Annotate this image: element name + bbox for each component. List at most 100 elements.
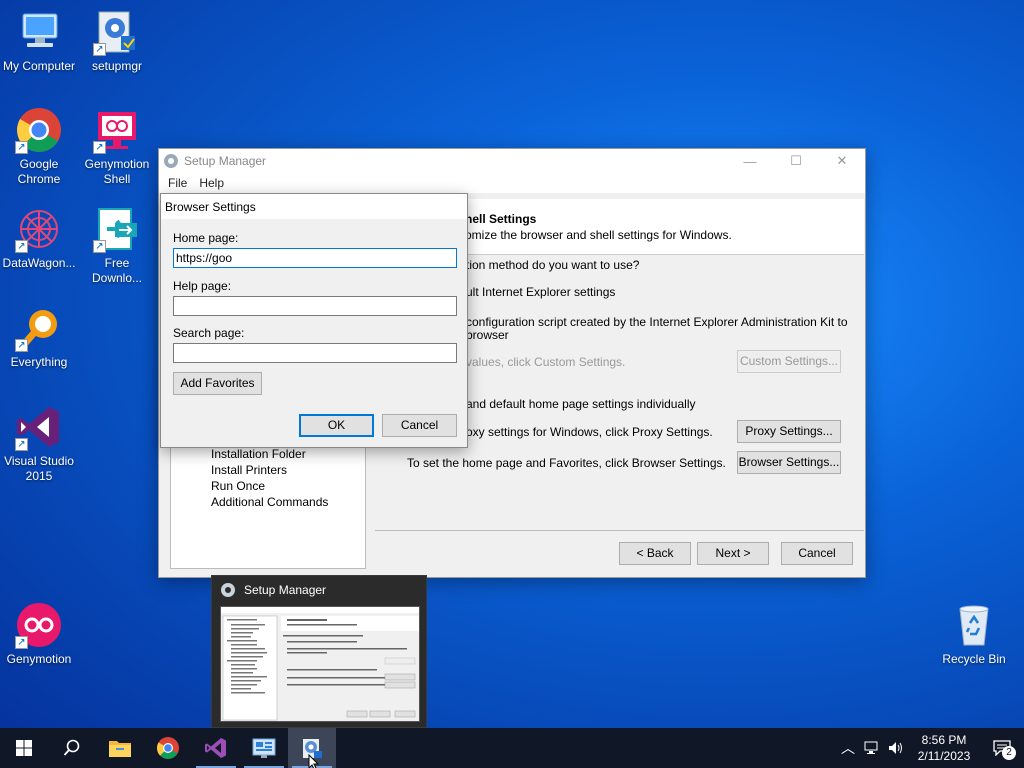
folder-icon bbox=[109, 741, 131, 757]
shortcut-arrow-icon: ↗ bbox=[93, 141, 106, 154]
network-icon[interactable] bbox=[860, 741, 884, 755]
computer-icon bbox=[15, 8, 63, 56]
option-individual-label[interactable]: and default home page settings individua… bbox=[466, 397, 696, 411]
mouse-cursor-icon bbox=[308, 754, 320, 768]
browser-settings-dialog: Browser Settings Home page: Help page: S… bbox=[160, 193, 468, 448]
desktop-icon-label: Google Chrome bbox=[17, 157, 61, 186]
desktop-icon-label: DataWagon... bbox=[2, 256, 76, 270]
cancel-button[interactable]: Cancel bbox=[781, 542, 853, 565]
desktop-icon-google-chrome[interactable]: ↗ Google Chrome bbox=[1, 106, 77, 187]
system-tray: ︿ 8:56 PM 2/11/2023 2 bbox=[836, 728, 1024, 768]
chevron-up-icon[interactable]: ︿ bbox=[836, 738, 860, 758]
clock[interactable]: 8:56 PM 2/11/2023 bbox=[908, 732, 980, 764]
desktop-icon-label: Free Downlo... bbox=[91, 256, 143, 285]
shortcut-arrow-icon: ↗ bbox=[93, 43, 106, 56]
desktop-icon-genymotion[interactable]: ↗ Genymotion bbox=[1, 601, 77, 667]
browser-settings-text: To set the home page and Favorites, clic… bbox=[407, 456, 726, 470]
tree-item-install-printers[interactable]: Install Printers bbox=[211, 462, 365, 478]
shortcut-arrow-icon: ↗ bbox=[15, 240, 28, 253]
desktop-icon-label: Genymotion Shell bbox=[84, 157, 150, 186]
search-page-label: Search page: bbox=[173, 326, 245, 340]
taskbar-window-preview[interactable]: Setup Manager bbox=[211, 575, 427, 728]
preview-thumbnail bbox=[220, 606, 420, 722]
option-ieak-script-label-2: browser bbox=[466, 328, 509, 342]
windows-logo-icon bbox=[16, 740, 32, 756]
visual-studio-icon bbox=[205, 738, 226, 758]
desktop-icon-my-computer[interactable]: My Computer bbox=[1, 8, 77, 74]
notification-count-badge: 2 bbox=[1002, 746, 1016, 760]
tree-item-run-once[interactable]: Run Once bbox=[211, 478, 365, 494]
proxy-settings-text: oxy settings for Windows, click Proxy Se… bbox=[466, 425, 713, 439]
desktop-icon-visual-studio[interactable]: ↗ Visual Studio 2015 bbox=[1, 403, 77, 484]
option-ieak-script-label[interactable]: configuration script created by the Inte… bbox=[466, 315, 848, 329]
menu-file[interactable]: File bbox=[162, 176, 193, 190]
browser-settings-button[interactable]: Browser Settings... bbox=[737, 451, 841, 474]
window-titlebar[interactable]: Setup Manager — ☐ ✕ bbox=[159, 149, 865, 173]
footer-divider bbox=[375, 530, 864, 531]
dialog-title: Browser Settings bbox=[161, 194, 467, 219]
desktop-icon-label: Visual Studio 2015 bbox=[4, 454, 74, 483]
page-title: hell Settings bbox=[465, 212, 537, 226]
proxy-settings-button[interactable]: Proxy Settings... bbox=[737, 420, 841, 443]
visual-studio-icon: ↗ bbox=[15, 403, 63, 451]
genymotion-icon: ↗ bbox=[15, 601, 63, 649]
desktop-icon-genymotion-shell[interactable]: ↗ Genymotion Shell bbox=[79, 106, 155, 187]
home-page-input[interactable] bbox=[173, 248, 457, 268]
taskbar: ︿ 8:56 PM 2/11/2023 2 bbox=[0, 728, 1024, 768]
home-page-label: Home page: bbox=[173, 231, 239, 245]
menu-help[interactable]: Help bbox=[193, 176, 230, 190]
volume-icon[interactable] bbox=[884, 741, 908, 755]
add-favorites-button[interactable]: Add Favorites bbox=[173, 372, 262, 395]
start-button[interactable] bbox=[0, 728, 48, 768]
genymotion-shell-icon: ↗ bbox=[93, 106, 141, 154]
clock-time: 8:56 PM bbox=[921, 733, 967, 747]
preview-title: Setup Manager bbox=[244, 583, 327, 597]
setupmgr-icon: ↗ bbox=[93, 8, 141, 56]
desktop-icon-label: Recycle Bin bbox=[942, 652, 1006, 666]
tree-item-installation-folder[interactable]: Installation Folder bbox=[211, 446, 365, 462]
desktop-icon-label: Genymotion bbox=[6, 652, 72, 666]
recycle-bin-icon bbox=[950, 601, 998, 649]
notification-center-button[interactable]: 2 bbox=[980, 740, 1024, 760]
clock-date: 2/11/2023 bbox=[917, 749, 971, 763]
question-text: tion method do you want to use? bbox=[466, 258, 640, 272]
chrome-icon bbox=[157, 737, 179, 759]
taskbar-control-panel[interactable] bbox=[240, 728, 288, 768]
taskbar-chrome[interactable] bbox=[144, 728, 192, 768]
datawagon-icon: ↗ bbox=[15, 205, 63, 253]
search-page-input[interactable] bbox=[173, 343, 457, 363]
custom-settings-button[interactable]: Custom Settings... bbox=[737, 350, 841, 373]
help-page-label: Help page: bbox=[173, 279, 232, 293]
dialog-cancel-button[interactable]: Cancel bbox=[382, 414, 457, 437]
control-panel-icon bbox=[252, 738, 276, 758]
page-subtitle: omize the browser and shell settings for… bbox=[465, 228, 732, 242]
custom-settings-text: values, click Custom Settings. bbox=[466, 355, 626, 369]
next-button[interactable]: Next > bbox=[697, 542, 769, 565]
help-page-input[interactable] bbox=[173, 296, 457, 316]
setup-manager-app-icon bbox=[220, 582, 236, 598]
search-button[interactable] bbox=[48, 728, 96, 768]
shortcut-arrow-icon: ↗ bbox=[15, 636, 28, 649]
desktop-icon-label: My Computer bbox=[2, 59, 76, 73]
shortcut-arrow-icon: ↗ bbox=[15, 141, 28, 154]
tree-item-additional-commands[interactable]: Additional Commands bbox=[211, 494, 365, 510]
desktop-icon-free-download[interactable]: ↗ Free Downlo... bbox=[79, 205, 155, 286]
desktop-icon-label: setupmgr bbox=[91, 59, 143, 73]
desktop-icon-recycle-bin[interactable]: Recycle Bin bbox=[936, 601, 1012, 667]
menu-bar: File Help bbox=[159, 173, 865, 193]
desktop-icon-setupmgr[interactable]: ↗ setupmgr bbox=[79, 8, 155, 74]
window-title: Setup Manager bbox=[184, 154, 267, 168]
shortcut-arrow-icon: ↗ bbox=[15, 339, 28, 352]
desktop-icon-datawagon[interactable]: ↗ DataWagon... bbox=[1, 205, 77, 271]
back-button[interactable]: < Back bbox=[619, 542, 691, 565]
maximize-icon[interactable]: ☐ bbox=[773, 149, 819, 173]
desktop-icon-everything[interactable]: ↗ Everything bbox=[1, 304, 77, 370]
option-default-ie-label[interactable]: ult Internet Explorer settings bbox=[466, 285, 615, 299]
chrome-icon: ↗ bbox=[15, 106, 63, 154]
taskbar-file-explorer[interactable] bbox=[96, 728, 144, 768]
minimize-icon[interactable]: — bbox=[727, 149, 773, 173]
desktop-icon-label: Everything bbox=[10, 355, 68, 369]
taskbar-visual-studio[interactable] bbox=[192, 728, 240, 768]
close-icon[interactable]: ✕ bbox=[819, 149, 865, 173]
ok-button[interactable]: OK bbox=[299, 414, 374, 437]
